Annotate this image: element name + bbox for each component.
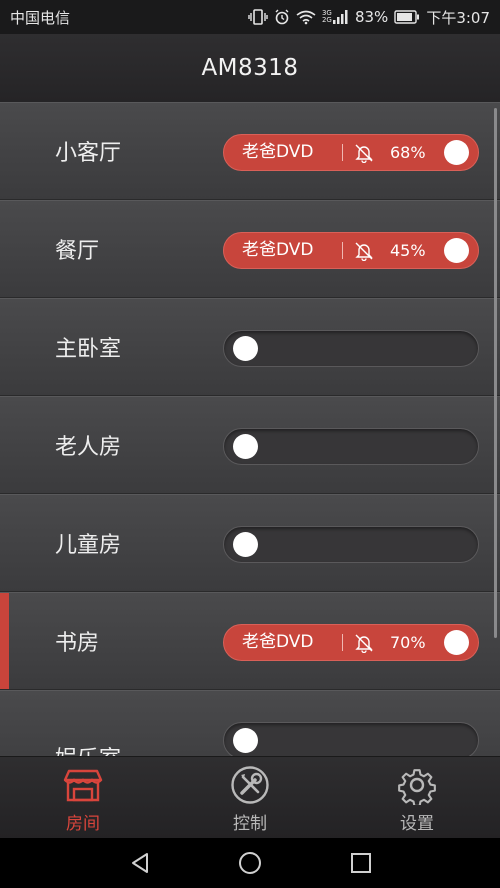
scrollbar[interactable]	[494, 108, 497, 638]
mute-bell-icon[interactable]	[353, 241, 375, 265]
tab-settings[interactable]: 设置	[367, 757, 467, 839]
toggle-knob[interactable]	[444, 238, 469, 263]
room-name: 儿童房	[55, 533, 122, 558]
toggle-knob[interactable]	[233, 434, 258, 459]
room-toggle[interactable]	[223, 330, 479, 367]
room-row-kids-room[interactable]: 儿童房	[0, 494, 500, 592]
room-row-living[interactable]: 小客厅 老爸DVD 68%	[0, 102, 500, 200]
battery-percent: 83%	[354, 8, 389, 26]
volume-value: 70%	[390, 633, 426, 652]
room-toggle[interactable]: 老爸DVD 68%	[223, 134, 479, 171]
divider	[342, 242, 343, 259]
room-name: 书房	[55, 631, 100, 656]
room-name: 小客厅	[55, 141, 122, 166]
toggle-knob[interactable]	[444, 630, 469, 655]
volume-value: 45%	[390, 241, 426, 260]
room-toggle[interactable]	[223, 526, 479, 563]
tab-label: 设置	[400, 814, 434, 834]
room-name: 餐厅	[55, 239, 100, 264]
status-bar: 中国电信 3G 2G 83% 下午3:07	[0, 0, 500, 34]
tools-icon	[230, 765, 270, 809]
toggle-knob[interactable]	[233, 336, 258, 361]
toggle-knob[interactable]	[233, 532, 258, 557]
divider	[342, 144, 343, 161]
source-label[interactable]: 老爸DVD	[242, 233, 314, 268]
room-name: 老人房	[55, 435, 122, 460]
source-label[interactable]: 老爸DVD	[242, 135, 314, 170]
room-row-entertainment[interactable]: 娱乐室	[0, 690, 500, 756]
toggle-knob[interactable]	[233, 728, 258, 753]
tab-rooms[interactable]: 房间	[33, 757, 133, 839]
tab-control[interactable]: 控制	[200, 757, 300, 839]
gear-icon	[397, 765, 437, 809]
toggle-knob[interactable]	[444, 140, 469, 165]
back-icon[interactable]	[120, 846, 160, 880]
room-toggle[interactable]: 老爸DVD 45%	[223, 232, 479, 269]
room-name: 主卧室	[55, 337, 122, 362]
wifi-icon	[296, 9, 316, 25]
source-label[interactable]: 老爸DVD	[242, 625, 314, 660]
mute-bell-icon[interactable]	[353, 633, 375, 657]
tab-label: 控制	[233, 814, 267, 834]
carrier-label: 中国电信	[10, 8, 71, 27]
volume-value: 68%	[390, 143, 426, 162]
room-row-master-bedroom[interactable]: 主卧室	[0, 298, 500, 396]
title-bar: AM8318	[0, 34, 500, 103]
vibrate-icon	[248, 9, 268, 25]
recents-icon[interactable]	[341, 846, 381, 880]
room-name: 娱乐室	[55, 691, 121, 756]
tab-bar: 房间 控制 设置	[0, 756, 500, 839]
room-row-dining[interactable]: 餐厅 老爸DVD 45%	[0, 200, 500, 298]
mute-bell-icon[interactable]	[353, 143, 375, 167]
signal-icon: 3G 2G	[322, 10, 349, 24]
network-type-label: 3G 2G	[321, 9, 332, 24]
store-icon	[63, 765, 103, 809]
clock: 下午3:07	[426, 8, 490, 27]
home-icon[interactable]	[230, 846, 270, 880]
alarm-icon	[274, 9, 290, 25]
room-row-elder-room[interactable]: 老人房	[0, 396, 500, 494]
room-row-study[interactable]: 书房 老爸DVD 70%	[0, 592, 500, 690]
room-toggle[interactable]	[223, 428, 479, 465]
battery-icon	[394, 10, 420, 24]
divider	[342, 634, 343, 651]
room-toggle[interactable]: 老爸DVD 70%	[223, 624, 479, 661]
page-title: AM8318	[201, 55, 299, 81]
room-list[interactable]: 小客厅 老爸DVD 68% 餐厅 老爸DVD 45% 主卧室 老人房 儿童房 书…	[0, 102, 500, 756]
room-toggle[interactable]	[223, 722, 479, 756]
tab-label: 房间	[66, 814, 100, 834]
system-nav-bar	[0, 838, 500, 888]
